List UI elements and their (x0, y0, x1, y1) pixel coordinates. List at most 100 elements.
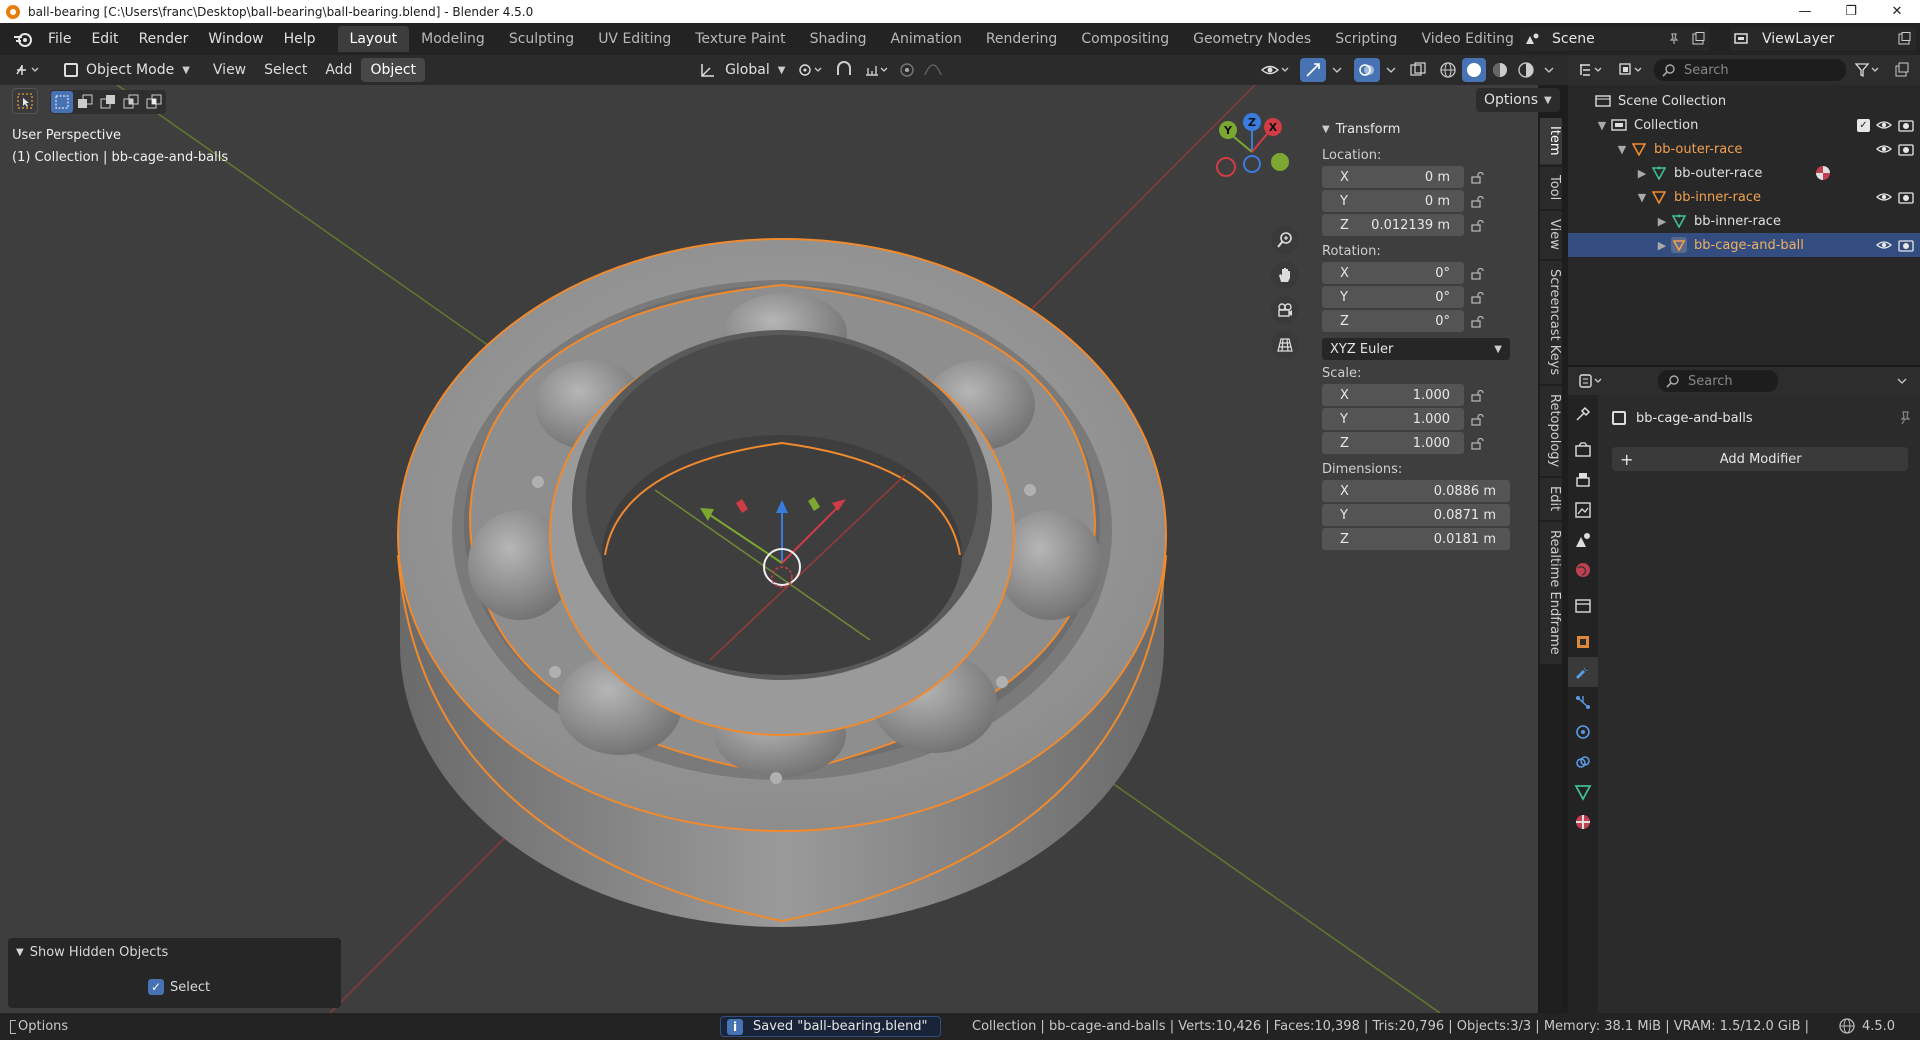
properties-editor-type-icon[interactable] (1574, 369, 1610, 393)
menu-help[interactable]: Help (274, 23, 326, 55)
modifier-tab-icon[interactable] (1568, 657, 1598, 687)
scene-name[interactable]: Scene (1544, 31, 1662, 47)
select-box-tool-icon[interactable] (12, 88, 38, 114)
lock-icon[interactable] (1464, 172, 1492, 184)
lock-icon[interactable] (1464, 390, 1492, 402)
filter-icon[interactable] (1850, 58, 1886, 82)
new-scene-icon[interactable] (1686, 27, 1710, 51)
transform-orientation-dropdown[interactable]: Global ▼ (691, 58, 794, 82)
sidebar-tab-realtime-endframe[interactable]: Realtime Endframe (1540, 522, 1562, 665)
scene-selector[interactable]: Scene (1520, 27, 1710, 51)
outliner-row-outer-race-mesh[interactable]: ▶ bb-outer-race (1568, 161, 1920, 185)
pin-icon[interactable] (1662, 27, 1686, 51)
outliner-row-collection[interactable]: ▼ Collection ✓ (1568, 113, 1920, 137)
tab-uv-editing[interactable]: UV Editing (586, 26, 683, 52)
sidebar-tab-screencast-keys[interactable]: Screencast Keys (1540, 260, 1562, 384)
outliner-editor-type-icon[interactable] (1574, 58, 1610, 82)
last-operator-header[interactable]: ▼ Show Hidden Objects (8, 940, 341, 964)
lock-icon[interactable] (1464, 268, 1492, 280)
material-tab-icon[interactable] (1568, 807, 1598, 837)
scale-x-field[interactable]: X 1.000 (1322, 384, 1464, 406)
rotation-x-field[interactable]: X 0° (1322, 262, 1464, 284)
pin-icon[interactable] (1898, 411, 1912, 425)
outliner-row-inner-race-mesh[interactable]: ▶ bb-inner-race (1568, 209, 1920, 233)
sidebar-tab-retopology[interactable]: Retopology (1540, 385, 1562, 477)
new-viewlayer-icon[interactable] (1892, 27, 1916, 51)
chevron-down-icon[interactable]: ▼ (1614, 143, 1630, 156)
tool-tab-icon[interactable] (1568, 399, 1598, 429)
viewport-menu-add[interactable]: Add (316, 58, 361, 82)
outliner-search-input[interactable]: Search (1654, 59, 1846, 81)
lock-icon[interactable] (1464, 196, 1492, 208)
eye-icon[interactable] (1876, 143, 1892, 155)
chevron-right-icon[interactable]: ▶ (1634, 167, 1650, 180)
add-modifier-button[interactable]: + Add Modifier (1612, 447, 1908, 471)
falloff-icon[interactable] (919, 58, 949, 82)
snap-target-icon[interactable] (859, 58, 895, 82)
snap-icon[interactable] (829, 58, 859, 82)
menu-file[interactable]: File (38, 23, 81, 55)
tab-layout[interactable]: Layout (337, 26, 410, 52)
transform-panel-header[interactable]: ▼ Transform (1322, 118, 1522, 140)
blender-menu-icon[interactable] (8, 27, 38, 51)
minimize-button[interactable]: — (1782, 0, 1828, 23)
gizmo-toggle-icon[interactable] (1300, 58, 1326, 82)
select-checkbox[interactable]: ✓ (148, 979, 164, 995)
lock-icon[interactable] (1464, 414, 1492, 426)
zoom-icon[interactable] (1271, 226, 1299, 254)
gizmo-x-axis[interactable]: X (1264, 118, 1282, 136)
chevron-right-icon[interactable]: ▶ (1654, 215, 1670, 228)
chevron-down-icon[interactable] (1890, 369, 1914, 393)
scene-tab-icon[interactable] (1568, 525, 1598, 555)
select-checkbox-row[interactable]: ✓ Select (8, 972, 341, 1002)
properties-search-input[interactable]: Search (1658, 370, 1778, 392)
particles-tab-icon[interactable] (1568, 687, 1598, 717)
tab-video-editing[interactable]: Video Editing (1409, 26, 1525, 52)
tab-texture-paint[interactable]: Texture Paint (683, 26, 797, 52)
tab-geometry-nodes[interactable]: Geometry Nodes (1181, 26, 1323, 52)
sidebar-tab-edit[interactable]: Edit (1540, 478, 1562, 521)
rendered-shading-icon[interactable] (1514, 58, 1538, 82)
rotation-z-field[interactable]: Z 0° (1322, 310, 1464, 332)
physics-tab-icon[interactable] (1568, 717, 1598, 747)
viewport-scene[interactable] (0, 85, 1538, 1013)
new-selection-icon[interactable] (51, 91, 73, 113)
location-y-field[interactable]: Y 0 m (1322, 190, 1464, 212)
tab-shading[interactable]: Shading (798, 26, 879, 52)
pivot-point-icon[interactable] (793, 58, 829, 82)
menu-render[interactable]: Render (129, 23, 199, 55)
rotation-mode-dropdown[interactable]: XYZ Euler ▼ (1322, 338, 1510, 360)
dimensions-y-field[interactable]: Y 0.0871 m (1322, 504, 1510, 526)
eye-icon[interactable] (1876, 191, 1892, 203)
lock-icon[interactable] (1464, 316, 1492, 328)
scale-y-field[interactable]: Y 1.000 (1322, 408, 1464, 430)
chevron-right-icon[interactable]: ▶ (1654, 239, 1670, 252)
location-x-field[interactable]: X 0 m (1322, 166, 1464, 188)
camera-view-icon[interactable] (1271, 296, 1299, 324)
3d-viewport[interactable]: User Perspective (1) Collection | bb-cag… (0, 85, 1538, 1013)
view-layer-tab-icon[interactable] (1568, 495, 1598, 525)
status-report[interactable]: i Saved "ball-bearing.blend" (720, 1016, 941, 1037)
proportional-editing-icon[interactable] (895, 58, 919, 82)
menu-edit[interactable]: Edit (81, 23, 128, 55)
sidebar-tab-view[interactable]: View (1540, 210, 1562, 259)
xray-toggle-icon[interactable] (1406, 58, 1430, 82)
render-tab-icon[interactable] (1568, 435, 1598, 465)
options-toggle[interactable]: Options (10, 1019, 68, 1034)
object-tab-icon[interactable] (1568, 627, 1598, 657)
object-mode-dropdown[interactable]: Object Mode ▼ (56, 58, 198, 82)
collection-tab-icon[interactable] (1568, 591, 1598, 621)
maximize-button[interactable]: ❐ (1828, 0, 1874, 23)
display-mode-icon[interactable] (1614, 58, 1650, 82)
dimensions-z-field[interactable]: Z 0.0181 m (1322, 528, 1510, 550)
output-tab-icon[interactable] (1568, 465, 1598, 495)
new-collection-icon[interactable] (1890, 58, 1914, 82)
rotation-y-field[interactable]: Y 0° (1322, 286, 1464, 308)
location-z-field[interactable]: Z 0.012139 m (1322, 214, 1464, 236)
chevron-down-icon[interactable] (1540, 58, 1558, 82)
lock-icon[interactable] (1464, 220, 1492, 232)
eye-icon[interactable] (1876, 239, 1892, 251)
overlays-toggle-icon[interactable] (1354, 58, 1380, 82)
viewport-menu-select[interactable]: Select (255, 58, 316, 82)
chevron-down-icon[interactable]: ▼ (1594, 119, 1610, 132)
